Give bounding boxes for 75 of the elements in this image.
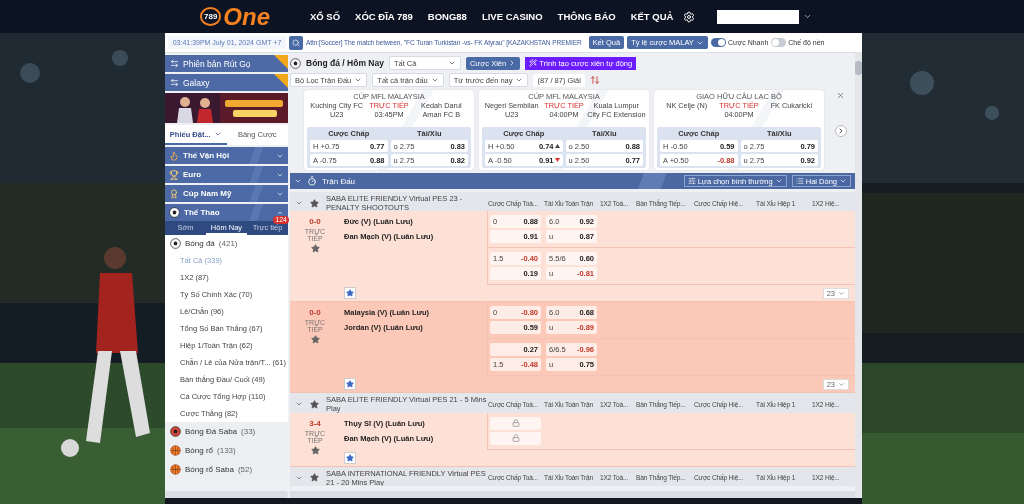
nav-link[interactable]: XÓC ĐĨA 789 (355, 11, 413, 22)
caret-icon (515, 76, 524, 84)
nav-link[interactable]: BONG88 (427, 11, 467, 22)
caret-icon (354, 76, 363, 84)
lock-icon (511, 419, 520, 428)
star-icon (346, 380, 354, 389)
stopwatch-icon (307, 176, 317, 186)
star-icon[interactable] (310, 473, 319, 483)
collapse-icon[interactable] (295, 199, 303, 207)
scrollbar[interactable] (165, 491, 288, 498)
soccer-ball-icon (290, 57, 301, 69)
star-icon[interactable] (310, 445, 320, 455)
settings-icon[interactable] (683, 10, 695, 23)
sport-item[interactable]: Bóng rổ Saba (52) (165, 460, 288, 479)
nav-link[interactable]: THÔNG BÁO (557, 11, 616, 22)
caret-icon (213, 130, 222, 138)
close-icon (836, 91, 845, 100)
up-arrow-icon (554, 144, 560, 148)
match-score: 0-0 (309, 308, 321, 318)
nav-link[interactable]: KẾT QUẢ (630, 11, 674, 22)
star-icon[interactable] (310, 335, 320, 345)
favorite-button[interactable] (344, 287, 356, 300)
toggle-switch[interactable] (771, 38, 787, 47)
section-title: Trận Đấu (322, 176, 356, 186)
soccer-ball-icon (170, 426, 181, 437)
next-button[interactable] (835, 125, 847, 137)
shortcut-button[interactable]: Galaxy (165, 74, 288, 91)
sliders-icon (687, 177, 696, 185)
scrollbar[interactable] (855, 53, 862, 498)
section-header[interactable]: Thế Vận Hội (165, 147, 288, 164)
favorite-button[interactable] (344, 451, 356, 464)
search-icon (292, 38, 300, 47)
logo-number: 789 (200, 7, 222, 26)
caret-icon (838, 380, 845, 388)
basketball-icon (170, 464, 181, 475)
swap-arrows-icon (170, 59, 179, 68)
star-icon[interactable] (310, 244, 320, 254)
page-title: Bóng đá / Hôm Nay (306, 58, 384, 68)
magic-wand-icon (529, 59, 538, 67)
toggle-switch[interactable] (710, 38, 726, 47)
section-header[interactable]: Euro (165, 166, 288, 183)
collapse-icon[interactable] (294, 177, 302, 185)
section-header[interactable]: Cúp Nam Mỹ (165, 185, 288, 202)
nav-link[interactable]: XỔ SỐ (310, 11, 341, 22)
torch-icon (169, 150, 179, 161)
chevron-right-icon (837, 127, 845, 135)
nav-link[interactable]: LIVE CASINO (481, 11, 543, 22)
search-button[interactable] (289, 35, 303, 50)
sport-item[interactable]: Bóng rổ (133) (165, 441, 288, 460)
soccer-ball-icon (169, 207, 180, 218)
star-icon (346, 289, 354, 298)
scrollbar[interactable] (290, 491, 855, 498)
logo-word: One (223, 2, 271, 31)
medal-icon (169, 188, 179, 199)
star-icon[interactable] (310, 399, 319, 409)
caret-icon (839, 177, 847, 185)
match-score: 3-4 (309, 418, 321, 428)
sort-icon[interactable] (589, 75, 600, 85)
down-arrow-icon (554, 158, 560, 162)
trophy-icon (169, 169, 179, 180)
soccer-ball-icon (170, 238, 181, 249)
favorite-button[interactable] (344, 378, 356, 391)
basketball-icon (170, 445, 181, 456)
swap-arrows-icon (170, 78, 179, 87)
shortcut-button[interactable]: Phiên bản Rút Gọ (165, 55, 288, 72)
star-icon (346, 453, 354, 462)
account-field[interactable] (717, 9, 799, 24)
caret-icon[interactable] (803, 12, 812, 21)
sport-item[interactable]: Bóng Đá Saba (33) (165, 422, 288, 441)
lock-icon (511, 434, 520, 443)
list-icon (795, 177, 804, 185)
caret-icon (838, 289, 845, 297)
star-icon[interactable] (310, 198, 319, 208)
caret-icon (774, 177, 783, 185)
match-score: 0-0 (309, 217, 321, 227)
